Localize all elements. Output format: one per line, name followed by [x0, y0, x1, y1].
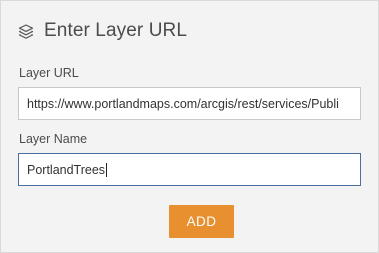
layer-name-value: PortlandTrees [27, 162, 106, 177]
enter-layer-url-panel: Enter Layer URL Layer URL https://www.po… [0, 0, 379, 253]
panel-title: Enter Layer URL [44, 20, 188, 41]
add-button[interactable]: ADD [169, 205, 234, 238]
layer-url-input[interactable]: https://www.portlandmaps.com/arcgis/rest… [18, 87, 361, 120]
layer-name-label: Layer Name [19, 132, 88, 146]
layers-icon [17, 22, 35, 40]
text-caret [106, 162, 108, 177]
layer-url-value: https://www.portlandmaps.com/arcgis/rest… [27, 96, 339, 111]
layer-name-input[interactable]: PortlandTrees [18, 153, 361, 186]
layer-url-label: Layer URL [19, 66, 79, 80]
panel-header: Enter Layer URL [17, 18, 187, 44]
